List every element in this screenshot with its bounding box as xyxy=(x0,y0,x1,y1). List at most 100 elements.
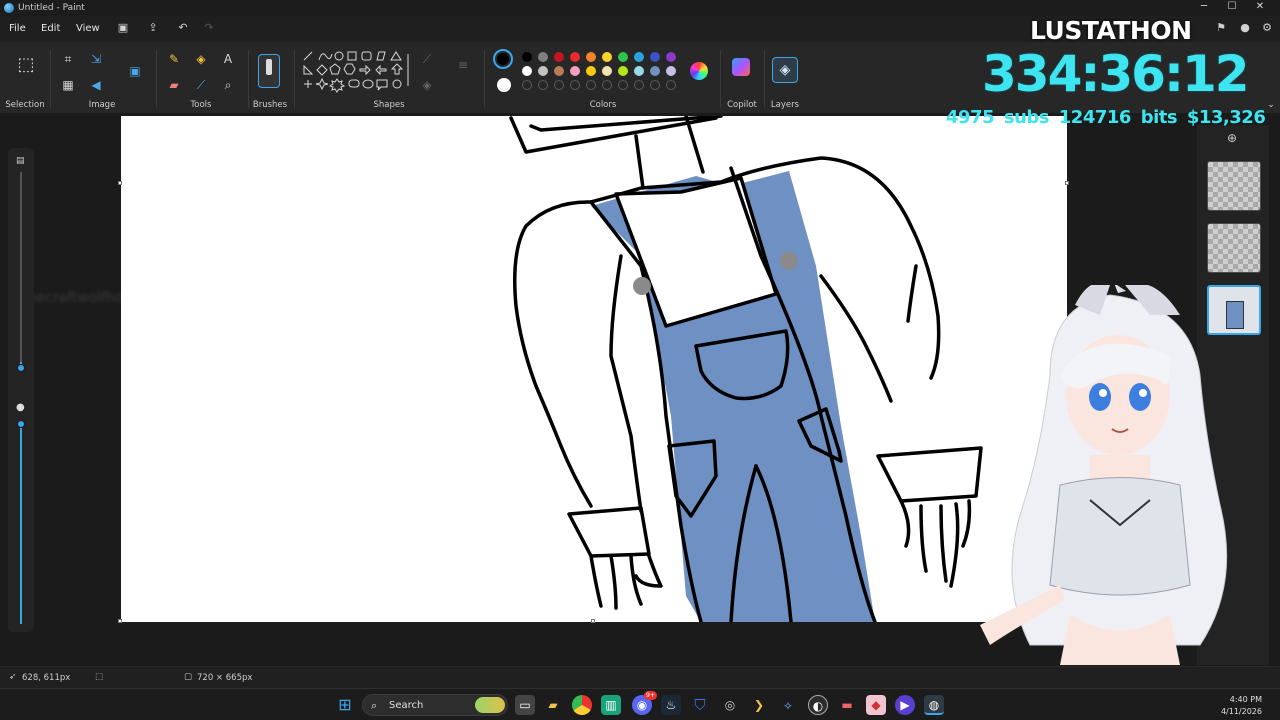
redo-icon[interactable]: ↷ xyxy=(202,21,216,35)
share-icon[interactable]: ⇪ xyxy=(146,21,160,35)
drawing-canvas[interactable] xyxy=(121,116,1067,622)
brushes-button[interactable] xyxy=(258,54,280,88)
palette-swatch[interactable] xyxy=(538,66,548,76)
layer-thumbnail[interactable] xyxy=(1207,161,1261,211)
palette-swatch[interactable] xyxy=(522,66,532,76)
canvas-handle[interactable] xyxy=(591,619,595,623)
account-icon[interactable]: ● xyxy=(1238,21,1252,35)
edit-colors-icon[interactable] xyxy=(690,62,708,80)
app-icon[interactable]: ▥ xyxy=(601,695,621,715)
opacity-thumb[interactable] xyxy=(17,420,25,428)
color-picker-icon[interactable]: ⟋ xyxy=(192,76,210,94)
bitwarden-icon[interactable]: ⛉ xyxy=(690,695,710,715)
shape-outline-icon[interactable]: ⟋ xyxy=(418,50,436,68)
game-app-icon[interactable]: ▬ xyxy=(837,695,857,715)
palette-swatch[interactable] xyxy=(554,52,564,62)
pencil-icon[interactable]: ✎ xyxy=(165,50,183,68)
palette-swatch[interactable] xyxy=(602,52,612,62)
custom-color-slot[interactable] xyxy=(666,80,676,90)
brush-size-track[interactable] xyxy=(20,172,22,368)
search-highlight-icon xyxy=(475,697,505,713)
custom-color-slot[interactable] xyxy=(570,80,580,90)
steam-icon[interactable]: ♨ xyxy=(661,695,681,715)
save-icon[interactable]: ▣ xyxy=(116,21,130,35)
arrow-app-icon[interactable]: ❯ xyxy=(749,695,769,715)
discord-icon[interactable]: ◉ 9+ xyxy=(632,691,657,715)
palette-swatch[interactable] xyxy=(586,66,596,76)
rotate-icon[interactable]: ◀ xyxy=(87,76,105,94)
paint-taskbar-icon[interactable]: ◍ xyxy=(924,695,944,715)
start-button-icon[interactable]: ⊞ xyxy=(335,695,355,715)
palette-swatch[interactable] xyxy=(618,52,628,62)
canvas-handle[interactable] xyxy=(1065,181,1069,185)
custom-color-slot[interactable] xyxy=(586,80,596,90)
settings-gear-icon[interactable]: ⚙ xyxy=(1260,21,1274,35)
palette-swatch[interactable] xyxy=(650,52,660,62)
layer-thumbnail[interactable] xyxy=(1207,223,1261,273)
palette-swatch[interactable] xyxy=(586,52,596,62)
chrome-icon[interactable] xyxy=(572,695,592,715)
palette-swatch[interactable] xyxy=(666,66,676,76)
clock-date: 4/11/2026 xyxy=(1220,707,1262,716)
file-explorer-icon[interactable]: ▰ xyxy=(543,695,563,715)
palette-swatch[interactable] xyxy=(634,52,644,62)
taskbar-search[interactable]: ⌕ Search xyxy=(362,694,508,716)
cursor-icon: ➶ xyxy=(9,672,17,682)
menu-edit[interactable]: Edit xyxy=(41,23,60,34)
text-tool-icon[interactable]: A xyxy=(219,50,237,68)
group-label-colors: Colors xyxy=(589,100,617,110)
taskbar-clock[interactable]: 4:40 PM 4/11/2026 xyxy=(1221,694,1262,718)
palette-swatch[interactable] xyxy=(538,52,548,62)
task-view-icon[interactable]: ▭ xyxy=(515,695,535,715)
custom-color-slot[interactable] xyxy=(538,80,548,90)
canvas-handle[interactable] xyxy=(118,619,122,623)
custom-color-slot[interactable] xyxy=(602,80,612,90)
secondary-color-swatch[interactable] xyxy=(497,78,511,92)
palette-swatch[interactable] xyxy=(570,52,580,62)
media-app-icon[interactable]: ◐ xyxy=(808,695,828,715)
palette-swatch[interactable] xyxy=(554,66,564,76)
minimize-button[interactable]: ─ xyxy=(1193,1,1215,15)
palette-swatch[interactable] xyxy=(618,66,628,76)
obs-icon[interactable]: ◎ xyxy=(720,695,740,715)
palette-swatch[interactable] xyxy=(634,66,644,76)
close-button[interactable]: ✕ xyxy=(1249,1,1271,15)
maximize-button[interactable]: ☐ xyxy=(1221,1,1243,15)
custom-color-slot[interactable] xyxy=(634,80,644,90)
opacity-fill[interactable] xyxy=(20,424,22,624)
custom-color-slot[interactable] xyxy=(522,80,532,90)
copilot-icon[interactable] xyxy=(732,58,750,76)
brush-size-thumb[interactable] xyxy=(17,364,25,372)
undo-icon[interactable]: ↶ xyxy=(176,21,190,35)
custom-color-slot[interactable] xyxy=(650,80,660,90)
menu-file[interactable]: File xyxy=(9,23,26,34)
palette-swatch[interactable] xyxy=(522,52,532,62)
palette-swatch[interactable] xyxy=(570,66,580,76)
fill-bucket-icon[interactable]: ◈ xyxy=(192,50,210,68)
shapes-gallery[interactable] xyxy=(302,50,412,98)
video-app-icon[interactable]: ▶ xyxy=(895,695,915,715)
palette-swatch[interactable] xyxy=(650,66,660,76)
menu-view[interactable]: View xyxy=(76,23,100,34)
rectangle-select-icon[interactable]: ⬚ xyxy=(15,56,37,78)
image-select-icon[interactable]: ▦ xyxy=(59,76,77,94)
primary-color-selector[interactable] xyxy=(493,49,513,69)
cursor-position: 628, 611px xyxy=(22,673,71,683)
canvas-handle[interactable] xyxy=(118,181,122,185)
image-background-icon[interactable]: ▣ xyxy=(126,62,144,80)
eraser-icon[interactable]: ▰ xyxy=(165,76,183,94)
custom-color-slot[interactable] xyxy=(554,80,564,90)
shape-fill-icon[interactable]: ◈ xyxy=(418,76,436,94)
crop-icon[interactable]: ⌗ xyxy=(59,50,77,68)
magnifier-icon[interactable]: ⌕ xyxy=(219,76,237,94)
pink-app-icon[interactable]: ◆ xyxy=(866,695,886,715)
add-layer-icon[interactable]: ⊕ xyxy=(1227,131,1237,145)
palette-swatch[interactable] xyxy=(602,66,612,76)
layers-icon[interactable]: ◈ xyxy=(772,57,798,83)
resize-icon[interactable]: ⇲ xyxy=(87,50,105,68)
feedback-icon[interactable]: ⚑ xyxy=(1214,21,1228,35)
vscode-icon[interactable]: ⟡ xyxy=(778,695,798,715)
custom-color-slot[interactable] xyxy=(618,80,628,90)
palette-swatch[interactable] xyxy=(666,52,676,62)
shape-size-icon[interactable]: ≡ xyxy=(454,56,472,74)
